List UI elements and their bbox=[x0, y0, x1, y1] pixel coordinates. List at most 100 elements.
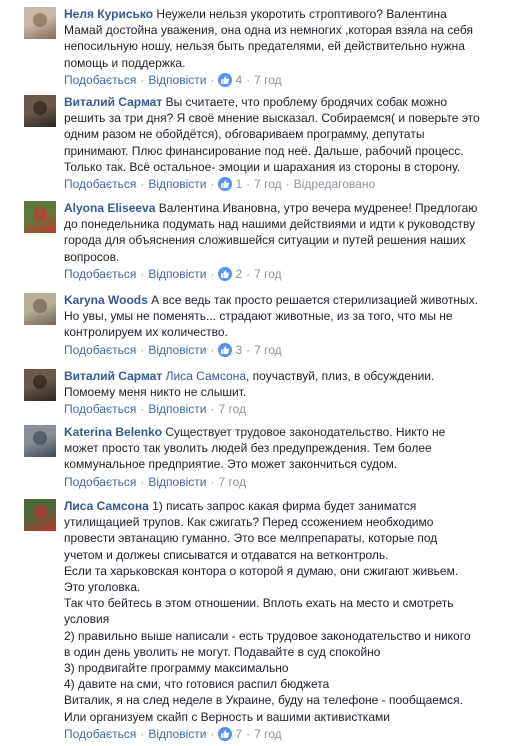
comment-author[interactable]: Karyna Woods bbox=[64, 293, 148, 307]
separator: · bbox=[246, 177, 251, 192]
comment-text: Неля Курисько Неужели нельзя укоротить с… bbox=[64, 6, 499, 71]
comment-actions: Подобається · Відповісти · 7 год bbox=[64, 401, 499, 417]
comment-body: Лиса Самсона 1) писать запрос какая фирм… bbox=[64, 498, 499, 742]
like-link[interactable]: Подобається bbox=[64, 176, 136, 192]
avatar[interactable] bbox=[24, 369, 56, 401]
comment-author[interactable]: Katerina Belenko bbox=[64, 425, 162, 439]
avatar[interactable] bbox=[24, 95, 56, 127]
like-reaction-icon bbox=[218, 726, 233, 741]
comment-timestamp[interactable]: 7 год bbox=[254, 72, 282, 88]
reply-link[interactable]: Відповісти bbox=[148, 401, 206, 417]
like-link[interactable]: Подобається bbox=[64, 266, 136, 282]
like-link[interactable]: Подобається bbox=[64, 474, 136, 490]
comment-item: Виталий Сармат Вы считаете, что проблему… bbox=[0, 88, 507, 192]
reaction-count[interactable]: 2 bbox=[218, 266, 242, 282]
separator: · bbox=[140, 266, 145, 281]
comment-timestamp[interactable]: 7 год bbox=[254, 266, 282, 282]
avatar[interactable] bbox=[24, 7, 56, 39]
separator: · bbox=[140, 177, 145, 192]
separator: · bbox=[210, 342, 215, 357]
avatar-figure bbox=[33, 299, 47, 313]
comment-message: 1) писать запрос какая фирма будет заним… bbox=[64, 499, 471, 724]
reply-link[interactable]: Відповісти bbox=[148, 726, 206, 742]
like-reaction-icon bbox=[218, 177, 233, 192]
comment-timestamp[interactable]: 7 год bbox=[218, 401, 246, 417]
reaction-count[interactable]: 1 bbox=[218, 176, 242, 192]
comment-actions: Подобається · Відповісти · 7 · 7 год bbox=[64, 726, 499, 742]
comment-body: Неля Курисько Неужели нельзя укоротить с… bbox=[64, 6, 499, 88]
avatar-figure bbox=[33, 431, 47, 445]
comment-item: Katerina Belenko Существует трудовое зак… bbox=[0, 418, 507, 490]
reply-link[interactable]: Відповісти bbox=[148, 266, 206, 282]
comment-actions: Подобається · Відповісти · 3 · 7 год bbox=[64, 342, 499, 358]
reply-link[interactable]: Відповісти bbox=[148, 176, 206, 192]
avatar-figure bbox=[33, 207, 47, 221]
comment-body: Виталий Сармат Лиса Самсона, поучаствуй,… bbox=[64, 368, 499, 417]
avatar[interactable] bbox=[24, 293, 56, 325]
comment-text: Виталий Сармат Лиса Самсона, поучаствуй,… bbox=[64, 368, 499, 400]
separator: · bbox=[246, 72, 251, 87]
separator: · bbox=[210, 266, 215, 281]
avatar-figure bbox=[33, 13, 47, 27]
separator: · bbox=[210, 402, 215, 417]
separator: · bbox=[140, 402, 145, 417]
comment-item: Виталий Сармат Лиса Самсона, поучаствуй,… bbox=[0, 362, 507, 417]
like-link[interactable]: Подобається bbox=[64, 342, 136, 358]
comment-author[interactable]: Alyona Eliseeva bbox=[64, 201, 155, 215]
comment-text: Alyona Eliseeva Валентина Ивановна, утро… bbox=[64, 200, 499, 265]
comment-item: Alyona Eliseeva Валентина Ивановна, утро… bbox=[0, 194, 507, 282]
comment-timestamp[interactable]: 7 год bbox=[218, 474, 246, 490]
comment-actions: Подобається · Відповісти · 7 год bbox=[64, 474, 499, 490]
like-link[interactable]: Подобається bbox=[64, 726, 136, 742]
comment-text: Виталий Сармат Вы считаете, что проблему… bbox=[64, 94, 499, 175]
comment-timestamp[interactable]: 7 год bbox=[254, 726, 282, 742]
reaction-count[interactable]: 3 bbox=[218, 342, 242, 358]
comment-author[interactable]: Виталий Сармат bbox=[64, 369, 162, 383]
like-count: 1 bbox=[235, 177, 243, 192]
avatar-figure bbox=[33, 375, 47, 389]
comment-author[interactable]: Виталий Сармат bbox=[64, 95, 162, 109]
comment-text: Лиса Самсона 1) писать запрос какая фирм… bbox=[64, 498, 499, 725]
separator: · bbox=[246, 726, 251, 741]
separator: · bbox=[140, 474, 145, 489]
like-count: 2 bbox=[235, 266, 243, 281]
avatar[interactable] bbox=[24, 425, 56, 457]
separator: · bbox=[210, 474, 215, 489]
comment-timestamp[interactable]: 7 год bbox=[254, 176, 282, 192]
comment-item: Karyna Woods А все ведь так просто решае… bbox=[0, 286, 507, 358]
comment-mention[interactable]: Лиса Самсона bbox=[166, 369, 246, 383]
comment-author[interactable]: Неля Курисько bbox=[64, 7, 153, 21]
comment-timestamp[interactable]: 7 год bbox=[254, 342, 282, 358]
like-reaction-icon bbox=[218, 266, 233, 281]
separator: · bbox=[246, 266, 251, 281]
separator: · bbox=[210, 72, 215, 87]
like-reaction-icon bbox=[218, 72, 233, 87]
comment-actions: Подобається · Відповісти · 1 · 7 год · Відредаго… bbox=[64, 176, 499, 192]
avatar-figure bbox=[33, 505, 47, 519]
separator: · bbox=[210, 177, 215, 192]
avatar[interactable] bbox=[24, 499, 56, 531]
reply-link[interactable]: Відповісти bbox=[148, 474, 206, 490]
avatar-figure bbox=[33, 101, 47, 115]
separator: · bbox=[285, 177, 290, 192]
like-count: 4 bbox=[235, 72, 243, 87]
comment-body: Виталий Сармат Вы считаете, что проблему… bbox=[64, 94, 499, 192]
separator: · bbox=[140, 726, 145, 741]
reaction-count[interactable]: 4 bbox=[218, 72, 242, 88]
reply-link[interactable]: Відповісти bbox=[148, 72, 206, 88]
comment-body: Karyna Woods А все ведь так просто решае… bbox=[64, 292, 499, 358]
edited-label[interactable]: Відредаговано bbox=[294, 176, 375, 192]
avatar[interactable] bbox=[24, 201, 56, 233]
like-link[interactable]: Подобається bbox=[64, 401, 136, 417]
reaction-count[interactable]: 7 bbox=[218, 726, 242, 742]
reply-link[interactable]: Відповісти bbox=[148, 342, 206, 358]
comment-item: Неля Курисько Неужели нельзя укоротить с… bbox=[0, 0, 507, 88]
separator: · bbox=[246, 342, 251, 357]
like-reaction-icon bbox=[218, 342, 233, 357]
comment-text: Katerina Belenko Существует трудовое зак… bbox=[64, 424, 499, 473]
comment-author[interactable]: Лиса Самсона bbox=[64, 499, 149, 513]
comment-text: Karyna Woods А все ведь так просто решае… bbox=[64, 292, 499, 341]
like-count: 3 bbox=[235, 342, 243, 357]
separator: · bbox=[140, 342, 145, 357]
like-link[interactable]: Подобається bbox=[64, 72, 136, 88]
